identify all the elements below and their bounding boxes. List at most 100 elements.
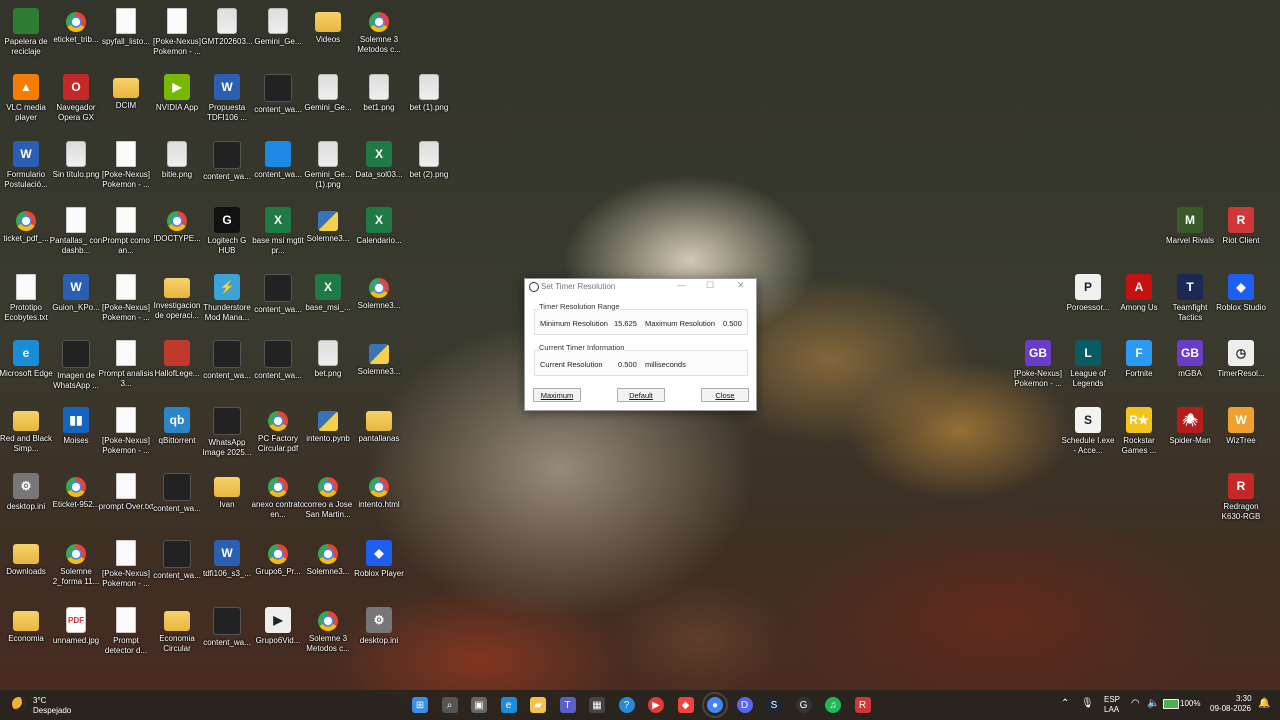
dialog-titlebar[interactable]: Set Timer Resolution — ☐ ✕	[525, 279, 756, 295]
desktop.icons-icon-item[interactable]: content_wa...	[151, 536, 203, 600]
language-top[interactable]: ESP	[1104, 695, 1120, 704]
default-button[interactable]: Default	[617, 388, 665, 402]
spotify-icon[interactable]: ♫	[825, 697, 841, 713]
desktop.icons-icon-item[interactable]: Ivan	[201, 469, 253, 533]
desktop.right_icons-icon-item[interactable]: R Redragon K630-RGB	[1215, 469, 1267, 533]
desktop.icons-icon-item[interactable]: bitie.png	[151, 137, 203, 201]
desktop.icons-icon-item[interactable]: Solemne3...	[302, 536, 354, 600]
minimize-button[interactable]: —	[677, 280, 686, 290]
desktop.icons-icon-item[interactable]: DCIM	[100, 70, 152, 134]
github-icon[interactable]: G	[795, 697, 812, 713]
desktop.icons-icon-item[interactable]: W Propuesta TDFI106 ...	[201, 70, 253, 134]
start-icon[interactable]: ⊞	[412, 697, 428, 713]
desktop.icons-icon-item[interactable]: Solemne3...	[353, 336, 405, 400]
desktop.right_icons-icon-item[interactable]: T Teamfight Tactics	[1164, 270, 1216, 334]
desktop.icons-icon-item[interactable]: anexo contrato en...	[252, 469, 304, 533]
desktop.right_icons-icon-item[interactable]: GB [Poke-Nexus] Pokemon - ...	[1012, 336, 1064, 400]
desktop.icons-icon-item[interactable]: content_wa...	[252, 70, 304, 134]
desktop.icons-icon-item[interactable]: Gemini_Ge...	[302, 70, 354, 134]
desktop.icons-icon-item[interactable]: [Poke-Nexus] Pokemon - ...	[100, 270, 152, 334]
desktop.icons-icon-item[interactable]: Economia Circular	[151, 603, 203, 667]
desktop.icons-icon-item[interactable]: Pantallas_ con dashb...	[50, 203, 102, 267]
desktop.icons-icon-item[interactable]: X Calendario...	[353, 203, 405, 267]
close-button[interactable]: Close	[701, 388, 749, 402]
desktop.right_icons-icon-item[interactable]: W WizTree	[1215, 403, 1267, 467]
desktop.icons-icon-item[interactable]: content_wa...	[201, 603, 253, 667]
desktop.icons-icon-item[interactable]: ⚙ desktop.ini	[0, 469, 52, 533]
edge-icon[interactable]: e	[500, 697, 517, 713]
desktop.icons-icon-item[interactable]: Xbase_msi_...	[302, 270, 354, 334]
desktop.icons-icon-item[interactable]: Investigacion de operaci...	[151, 270, 203, 334]
desktop.icons-icon-item[interactable]: Solemne3...	[353, 270, 405, 334]
desktop.icons-icon-item[interactable]: ticket_pdf_...	[0, 203, 52, 267]
desktop.icons-icon-item[interactable]: content_wa...	[252, 270, 304, 334]
desktop.icons-icon-item[interactable]: prompt Over.txt	[99, 469, 153, 533]
chevron-up-icon[interactable]: ⌃	[1061, 698, 1069, 709]
desktop.icons-icon-item[interactable]: Imagen de WhatsApp ...	[50, 336, 102, 400]
desktop.icons-icon-item[interactable]: G Logitech G HUB	[201, 203, 253, 267]
desktop.icons-icon-item[interactable]: HallofLege...	[151, 336, 203, 400]
desktop.icons-icon-item[interactable]: ▮▮ Moises	[50, 403, 102, 467]
desktop.icons-icon-item[interactable]: Prompt como an...	[100, 203, 152, 267]
anydesk-icon[interactable]: ◆	[677, 697, 694, 713]
desktop.icons-icon-item[interactable]: ◆ Roblox Player	[353, 536, 405, 600]
desktop.icons-icon-item[interactable]: ▲ VLC media player	[0, 70, 52, 134]
desktop.icons-icon-item[interactable]: content_wa...	[151, 469, 203, 533]
desktop.icons-icon-item[interactable]: [Poke-Nexus] Pokemon - ...	[100, 536, 152, 600]
chrome-icon[interactable]: ●	[702, 692, 728, 718]
desktop.icons-icon-item[interactable]: WhatsApp Image 2025...	[201, 403, 253, 467]
desktop.right_icons-icon-item[interactable]: P Poroessor...	[1062, 270, 1114, 334]
clock-time[interactable]: 3:30	[1236, 694, 1252, 703]
desktop.icons-icon-item[interactable]: Prompt analisis 3...	[99, 336, 153, 400]
language-bottom[interactable]: LAA	[1104, 705, 1119, 714]
riot-client-icon[interactable]: R	[854, 697, 871, 713]
desktop.icons-icon-item[interactable]: Sin título.png	[50, 137, 102, 201]
desktop.icons-icon-item[interactable]: GMT202603...	[201, 4, 253, 68]
desktop.right_icons-icon-item[interactable]: S Schedule I.exe - Acce...	[1062, 403, 1114, 467]
desktop.right_icons-icon-item[interactable]: R★ Rockstar Games ...	[1113, 403, 1165, 467]
desktop.icons-icon-item[interactable]: O Navegador Opera GX	[50, 70, 102, 134]
microphone-icon[interactable]: 🎙	[1081, 698, 1094, 709]
desktop.right_icons-icon-item[interactable]: ◷ TimerResol...	[1215, 336, 1267, 400]
desktop.right_icons-icon-item[interactable]: GB mGBA	[1164, 336, 1216, 400]
desktop.icons-icon-item[interactable]: eticket_trib...	[50, 4, 102, 68]
desktop.icons-icon-item[interactable]: Solemne 3 Metodos c...	[353, 4, 405, 68]
maximum-button[interactable]: Maximum	[533, 388, 581, 402]
desktop.icons-icon-item[interactable]: Economia	[0, 603, 52, 667]
desktop.icons-icon-item[interactable]: Solemne 3 Metodos c...	[302, 603, 354, 667]
store-icon[interactable]: ▦	[589, 697, 605, 713]
desktop.icons-icon-item[interactable]: ⚙ desktop.ini	[353, 603, 405, 667]
desktop.right_icons-icon-item[interactable]: ◆ Roblox Studio	[1215, 270, 1267, 334]
desktop.icons-icon-item[interactable]: intento.pynb	[302, 403, 354, 467]
clock-date[interactable]: 09-08-2026	[1210, 704, 1251, 713]
notification-bell-icon[interactable]: 🔔	[1258, 698, 1270, 709]
desktop.icons-icon-item[interactable]: Xbase msi mgtit pr...	[252, 203, 304, 267]
desktop.icons-icon-item[interactable]: X Data_sol03...	[353, 137, 405, 201]
desktop.icons-icon-item[interactable]: Wtdfi106_s3_...	[201, 536, 253, 600]
desktop.icons-icon-item[interactable]: W Formulario Postulació...	[0, 137, 52, 201]
desktop.icons-icon-item[interactable]: Prototipo Ecobytes.txt	[0, 270, 52, 334]
desktop.icons-icon-item[interactable]: bet (1).png	[403, 70, 455, 134]
desktop.icons-icon-item[interactable]: [Poke-Nexus] Pokemon - ...	[100, 403, 152, 467]
close-window-button[interactable]: ✕	[737, 280, 745, 291]
desktop.icons-icon-item[interactable]: Prompt detector d...	[100, 603, 152, 667]
desktop.right_icons-icon-item[interactable]: L League of Legends	[1062, 336, 1114, 400]
desktop.icons-icon-item[interactable]: Eticket-952...	[50, 469, 102, 533]
desktop.icons-icon-item[interactable]: pantallanas	[353, 403, 405, 467]
desktop.icons-icon-item[interactable]: bet1.png	[353, 70, 405, 134]
desktop.icons-icon-item[interactable]: ▶ Grupo6Vid...	[252, 603, 304, 667]
help-icon[interactable]: ?	[618, 697, 635, 713]
youtube-music-icon[interactable]: ▶	[648, 697, 664, 713]
desktop.right_icons-icon-item[interactable]: M Marvel Rivals	[1164, 203, 1216, 267]
desktop.right_icons-icon-item[interactable]: 🕷 Spider-Man	[1164, 403, 1216, 467]
desktop.icons-icon-item[interactable]: ▶ NVIDIA App	[151, 70, 203, 134]
desktop.icons-icon-item[interactable]: Papelera de reciclaje	[0, 4, 52, 68]
desktop.icons-icon-item[interactable]: Gemini_Ge...	[252, 4, 304, 68]
desktop.icons-icon-item[interactable]: Solemne3...	[302, 203, 354, 267]
desktop.icons-icon-item[interactable]: e Microsoft Edge	[0, 336, 53, 400]
maximize-button[interactable]: ☐	[706, 280, 714, 291]
desktop.icons-icon-item[interactable]: ⚡ Thunderstore Mod Mana...	[201, 270, 253, 334]
desktop.icons-icon-item[interactable]: Red and Black Simp...	[0, 403, 52, 467]
desktop.icons-icon-item[interactable]: [Poke-Nexus] Pokemon - ...	[100, 137, 152, 201]
desktop.icons-icon-item[interactable]: Gemini_Ge... (1).png	[302, 137, 354, 201]
